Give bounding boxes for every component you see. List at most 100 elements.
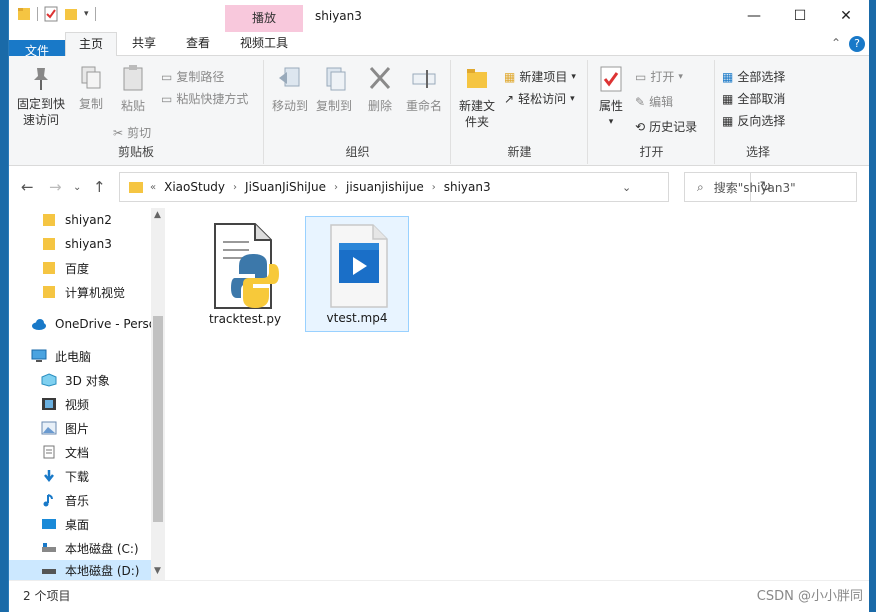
nav-item-documents[interactable]: 文档 (9, 440, 151, 464)
rename-button[interactable]: 重命名 (403, 64, 445, 114)
move-to-label: 移动到 (271, 99, 308, 113)
paste-button[interactable]: 粘贴 (113, 64, 153, 114)
breadcrumb-xiaostudy[interactable]: XiaoStudy (164, 180, 225, 194)
nav-item-drive-d[interactable]: 本地磁盘 (D:) (9, 560, 151, 580)
nav-item-label: 本地磁盘 (D:) (65, 563, 140, 578)
open-button[interactable]: ▭ 打开 ▾ (635, 68, 683, 85)
nav-item-videos[interactable]: 视频 (9, 392, 151, 416)
cut-button[interactable]: ✂ 剪切 (113, 124, 151, 141)
breadcrumb-shiyan3[interactable]: shiyan3 (444, 180, 491, 194)
move-to-icon (279, 67, 300, 87)
nav-scrollbar[interactable]: ▲ ▼ (151, 208, 165, 580)
qat-divider (94, 7, 96, 21)
copy-path-icon: ▭ (161, 69, 173, 84)
address-bar[interactable]: « XiaoStudy › JiSuanJiShiJue › jisuanjis… (119, 172, 771, 202)
nav-item-label: 本地磁盘 (C:) (65, 541, 139, 556)
nav-item-downloads[interactable]: 下载 (9, 464, 151, 488)
collapse-ribbon-icon[interactable]: ⌃ (831, 36, 841, 50)
new-folder-icon[interactable] (64, 6, 78, 22)
nav-item-baidu[interactable]: 百度 (9, 256, 151, 280)
move-to-button[interactable]: 移动到 (269, 64, 311, 114)
nav-item-music[interactable]: 音乐 (9, 488, 151, 512)
address-dropdown-icon[interactable]: ⌄ (622, 181, 631, 194)
drive-icon (42, 543, 56, 552)
breadcrumb-jisuanjishijue-lower[interactable]: jisuanjishijue (346, 180, 424, 194)
tab-view[interactable]: 查看 (173, 32, 223, 56)
nav-item-onedrive[interactable]: OneDrive - Perso (9, 312, 151, 336)
chevron-down-icon[interactable]: ▾ (84, 9, 89, 19)
new-folder-button[interactable]: 新建文件夹 (456, 64, 498, 130)
scrollbar-thumb[interactable] (153, 316, 163, 522)
nav-item-desktop[interactable]: 桌面 (9, 512, 151, 536)
nav-item-drive-c[interactable]: 本地磁盘 (C:) (9, 536, 151, 560)
history-button[interactable]: ⟲ 历史记录 (635, 118, 697, 135)
properties-label: 属性 (598, 99, 623, 113)
pin-icon (34, 68, 48, 90)
breadcrumb-jisuanjishijue[interactable]: JiSuanJiShiJue (245, 180, 326, 194)
minimize-button[interactable]: — (731, 0, 777, 32)
cloud-icon (32, 319, 46, 330)
delete-button[interactable]: 删除 (363, 64, 397, 114)
copy-button[interactable]: 复制 (71, 64, 111, 112)
pin-quick-access-button[interactable]: 固定到快速访问 (13, 64, 69, 128)
copy-path-button[interactable]: ▭ 复制路径 (161, 68, 224, 85)
nav-item-label: 桌面 (65, 517, 90, 532)
tab-home[interactable]: 主页 (65, 32, 117, 57)
tab-play-context[interactable]: 播放 (225, 5, 303, 32)
invert-selection-button[interactable]: ▦ 反向选择 (722, 112, 785, 129)
search-box[interactable]: ⌕ 搜索"shiyan3" (684, 172, 857, 202)
help-icon[interactable]: ? (849, 36, 865, 52)
recent-locations-icon[interactable]: ⌄ (73, 182, 81, 193)
new-group: 新建文件夹 ▦ 新建项目 ▾ ↗ 轻松访问 ▾ 新建 (452, 60, 588, 164)
copy-path-label: 复制路径 (176, 70, 225, 84)
chevron-right-icon[interactable]: › (432, 182, 436, 193)
properties-icon[interactable] (44, 6, 58, 22)
chevron-right-icon[interactable]: › (334, 182, 338, 193)
breadcrumb-overflow[interactable]: « (150, 182, 156, 193)
copy-to-button[interactable]: 复制到 (313, 64, 355, 114)
nav-item-shiyan3[interactable]: shiyan3 (9, 232, 151, 256)
nav-item-computer-vision[interactable]: 计算机视觉 (9, 280, 151, 304)
tab-video-tools[interactable]: 视频工具 (229, 32, 299, 56)
pc-icon (31, 349, 47, 362)
close-button[interactable]: ✕ (823, 0, 869, 32)
item-count: 2 个项目 (23, 589, 71, 603)
cube-icon (41, 373, 57, 387)
easy-access-icon: ↗ (504, 91, 515, 106)
folder-icon (43, 262, 55, 274)
scroll-up-icon[interactable]: ▲ (154, 210, 161, 220)
nav-item-3d-objects[interactable]: 3D 对象 (9, 368, 151, 392)
scissors-icon: ✂ (113, 125, 124, 140)
nav-item-this-pc[interactable]: 此电脑 (9, 344, 151, 368)
forward-arrow-icon[interactable]: → (49, 178, 62, 196)
file-item-vtest[interactable]: vtest.mp4 (305, 216, 409, 332)
open-label: 打开 (650, 70, 675, 84)
chevron-right-icon[interactable]: › (233, 182, 237, 193)
folder-icon (129, 182, 143, 193)
edit-button[interactable]: ✎ 编辑 (635, 93, 673, 110)
new-folder-label: 新建文件夹 (458, 99, 495, 129)
select-all-button[interactable]: ▦ 全部选择 (722, 68, 785, 85)
delete-icon (369, 66, 391, 90)
edit-label: 编辑 (649, 95, 674, 109)
nav-item-shiyan2[interactable]: shiyan2 (9, 208, 151, 232)
easy-access-button[interactable]: ↗ 轻松访问 ▾ (504, 90, 575, 107)
nav-item-label: 视频 (65, 397, 90, 412)
chevron-down-icon: ▾ (571, 71, 576, 82)
title-bar: ▾ 播放 shiyan3 — ☐ ✕ (9, 0, 869, 32)
select-none-button[interactable]: ▦ 全部取消 (722, 90, 785, 107)
maximize-button[interactable]: ☐ (777, 0, 823, 32)
copy-label: 复制 (78, 97, 103, 111)
new-item-button[interactable]: ▦ 新建项目 ▾ (504, 68, 576, 85)
scroll-down-icon[interactable]: ▼ (154, 566, 161, 576)
file-item-tracktest[interactable]: tracktest.py (193, 216, 297, 332)
paste-icon (123, 65, 143, 91)
cut-label: 剪切 (127, 126, 152, 140)
paste-shortcut-button[interactable]: ▭ 粘贴快捷方式 (161, 90, 248, 107)
properties-button[interactable]: 属性 ▾ (593, 64, 629, 130)
back-arrow-icon[interactable]: ← (21, 178, 34, 196)
tab-share[interactable]: 共享 (119, 32, 169, 56)
nav-item-pictures[interactable]: 图片 (9, 416, 151, 440)
up-arrow-icon[interactable]: ↑ (93, 178, 106, 196)
properties-icon (600, 66, 622, 92)
